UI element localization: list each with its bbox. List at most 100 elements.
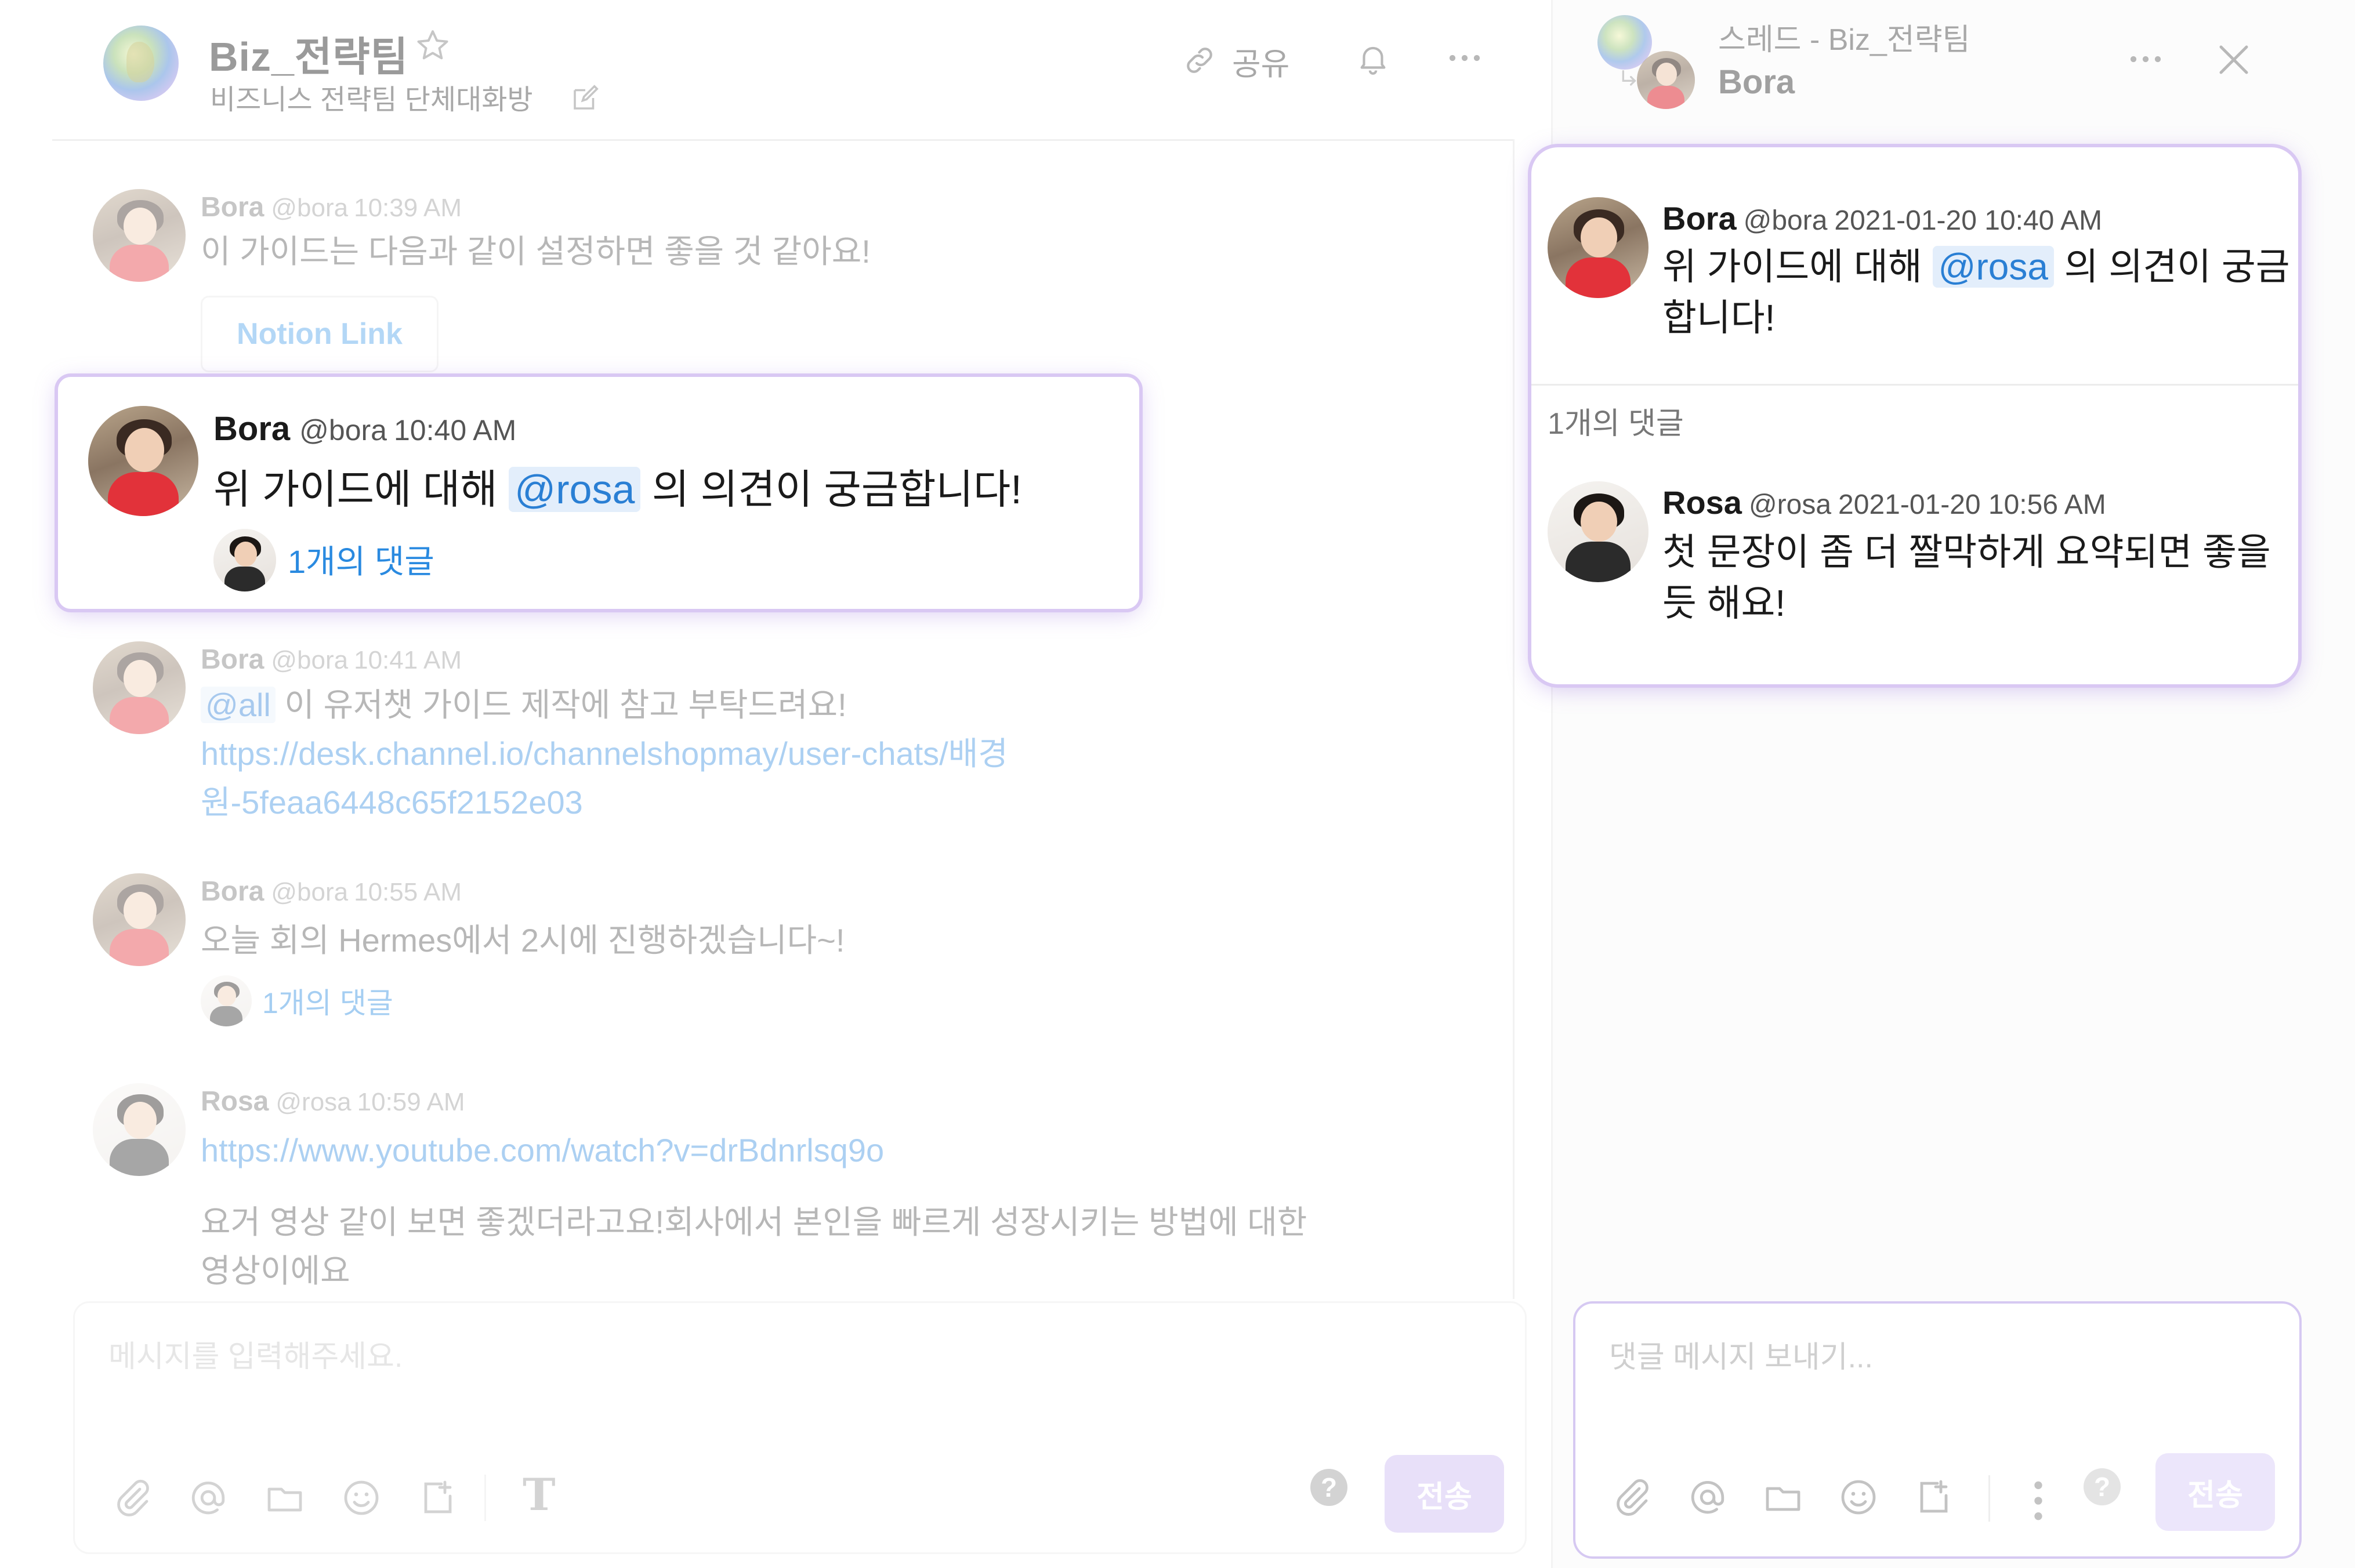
thread-avatar bbox=[1637, 51, 1695, 109]
sender-handle: @bora bbox=[271, 878, 349, 906]
channel-title: Biz_전략팀 bbox=[209, 34, 409, 79]
message-header: Bora @bora 10:39 AM bbox=[201, 191, 462, 223]
message-time: 10:39 AM bbox=[354, 194, 462, 222]
sender-handle: @bora bbox=[1743, 205, 1828, 236]
message-time: 2021-01-20 10:40 AM bbox=[1834, 205, 2103, 236]
message-input-placeholder[interactable]: 메시지를 입력해주세요. bbox=[108, 1332, 403, 1375]
message-header: Bora @bora 2021-01-20 10:40 AM bbox=[1662, 199, 2102, 237]
thread-input-placeholder[interactable]: 댓글 메시지 보내기... bbox=[1609, 1333, 1873, 1376]
message-text-suffix: 의 의견이 궁금합니다! bbox=[640, 467, 1022, 512]
message-header: Rosa @rosa 2021-01-20 10:56 AM bbox=[1662, 484, 2106, 521]
mention-rosa[interactable]: @rosa bbox=[509, 467, 641, 512]
sender-handle: @rosa bbox=[1748, 489, 1832, 520]
export-icon[interactable] bbox=[417, 1477, 459, 1519]
sender-name[interactable]: Bora bbox=[213, 410, 290, 448]
sender-name[interactable]: Bora bbox=[201, 876, 264, 907]
message-text: 요거 영상 같이 보면 좋겠더라고요!회사에서 본인을 빠르게 성장시키는 방법… bbox=[201, 1204, 1307, 1240]
avatar[interactable] bbox=[93, 1083, 186, 1176]
attach-icon[interactable] bbox=[112, 1477, 154, 1519]
message-text-body: 이 유저챗 가이드 제작에 참고 부탁드려요! bbox=[275, 687, 847, 723]
reply-avatar bbox=[201, 975, 252, 1026]
help-icon[interactable]: ? bbox=[1310, 1469, 1347, 1506]
reply-text: 첫 문장이 좀 더 짤막하게 요약되면 좋을 bbox=[1662, 531, 2271, 573]
message-text: 위 가이드에 대해 @rosa 의 의견이 궁금 bbox=[1662, 241, 2290, 292]
sender-name[interactable]: Rosa bbox=[1662, 484, 1742, 521]
message-text: 이 가이드는 다음과 같이 설정하면 좋을 것 같아요! bbox=[201, 233, 871, 270]
message-header: Bora @bora 10:40 AM bbox=[213, 409, 516, 448]
sender-name[interactable]: Bora bbox=[1662, 200, 1737, 237]
toolbar-divider bbox=[1988, 1475, 1990, 1522]
message-text: 위 가이드에 대해 @rosa 의 의견이 궁금합니다! bbox=[213, 457, 1022, 516]
message-link-cont[interactable]: 원-5feaa6448c65f2152e03 bbox=[201, 778, 583, 827]
channel-globe-avatar bbox=[103, 26, 179, 101]
folder-icon[interactable] bbox=[1762, 1476, 1804, 1518]
message-text: @all 이 유저챗 가이드 제작에 참고 부탁드려요! bbox=[201, 681, 847, 729]
mention-all[interactable]: @all bbox=[201, 687, 276, 723]
avatar[interactable] bbox=[1548, 481, 1649, 582]
link-icon[interactable] bbox=[1182, 43, 1217, 78]
message-text-prefix: 위 가이드에 대해 bbox=[1662, 246, 1933, 288]
sender-handle: @bora bbox=[299, 414, 387, 447]
avatar[interactable] bbox=[1548, 197, 1649, 298]
message-time: 10:40 AM bbox=[394, 414, 517, 447]
thread-composer[interactable]: 댓글 메시지 보내기... ? 전송 bbox=[1573, 1301, 2302, 1559]
bell-icon[interactable] bbox=[1355, 41, 1391, 77]
mention-rosa[interactable]: @rosa bbox=[1932, 246, 2054, 288]
reply-count: 1개의 댓글 bbox=[1548, 407, 1684, 441]
message-header: Bora @bora 10:41 AM bbox=[201, 644, 462, 676]
message-time: 10:59 AM bbox=[357, 1088, 465, 1116]
message-time: 10:55 AM bbox=[354, 878, 462, 906]
scrollbar-track bbox=[1513, 139, 1515, 1299]
message-text-prefix: 위 가이드에 대해 bbox=[213, 467, 509, 512]
message-composer[interactable]: 메시지를 입력해주세요. T ? 전송 bbox=[73, 1301, 1527, 1554]
message-link[interactable]: https://www.youtube.com/watch?v=drBdnrls… bbox=[201, 1126, 884, 1175]
reply-count-link[interactable]: 1개의 댓글 bbox=[262, 980, 393, 1022]
at-icon[interactable] bbox=[1687, 1476, 1729, 1518]
toolbar-divider bbox=[484, 1475, 486, 1521]
sender-name[interactable]: Bora bbox=[201, 644, 264, 675]
more-icon[interactable] bbox=[1444, 41, 1485, 75]
reply-text-cont: 듯 해요! bbox=[1662, 582, 1786, 624]
at-icon[interactable] bbox=[187, 1477, 229, 1519]
avatar[interactable] bbox=[93, 189, 186, 282]
edit-icon[interactable] bbox=[570, 82, 601, 114]
message-header: Bora @bora 10:55 AM bbox=[201, 876, 462, 908]
emoji-icon[interactable] bbox=[340, 1477, 382, 1519]
folder-icon[interactable] bbox=[264, 1477, 306, 1519]
avatar[interactable] bbox=[93, 641, 186, 734]
header-divider bbox=[52, 139, 1514, 141]
send-button[interactable]: 전송 bbox=[2155, 1453, 2275, 1531]
help-icon[interactable]: ? bbox=[2084, 1468, 2121, 1505]
thread-subtitle: Bora bbox=[1718, 63, 1795, 101]
message-text: 오늘 회의 Hermes에서 2시에 진행하겠습니다~! bbox=[201, 922, 845, 959]
highlighted-message[interactable]: Bora @bora 10:40 AM 위 가이드에 대해 @rosa 의 의견이 … bbox=[58, 377, 1139, 609]
sender-name[interactable]: Bora bbox=[201, 192, 264, 223]
message-text-suffix: 의 의견이 궁금 bbox=[2053, 246, 2290, 288]
message-time: 2021-01-20 10:56 AM bbox=[1838, 489, 2106, 520]
emoji-icon[interactable] bbox=[1838, 1476, 1879, 1518]
share-button[interactable]: 공유 bbox=[1232, 38, 1289, 84]
reply-count-link[interactable]: 1개의 댓글 bbox=[288, 536, 434, 583]
export-icon[interactable] bbox=[1913, 1476, 1955, 1518]
message-text-cont: 영상이에요 bbox=[201, 1253, 350, 1289]
sender-handle: @rosa bbox=[276, 1088, 352, 1116]
sender-handle: @bora bbox=[271, 646, 349, 674]
notion-link-button[interactable]: Notion Link bbox=[201, 296, 439, 372]
message-link[interactable]: https://desk.channel.io/channelshopmay/u… bbox=[201, 729, 1008, 778]
thread-divider bbox=[1531, 384, 2298, 386]
text-format-icon[interactable]: T bbox=[523, 1469, 556, 1520]
avatar[interactable] bbox=[88, 406, 198, 516]
avatar[interactable] bbox=[93, 873, 186, 966]
attach-icon[interactable] bbox=[1611, 1476, 1653, 1518]
message-header: Rosa @rosa 10:59 AM bbox=[201, 1086, 465, 1117]
send-button[interactable]: 전송 bbox=[1385, 1455, 1504, 1533]
reply-avatar bbox=[213, 529, 276, 591]
message-text-cont: 합니다! bbox=[1662, 297, 1776, 339]
sender-name[interactable]: Rosa bbox=[201, 1086, 269, 1117]
star-icon[interactable] bbox=[415, 28, 450, 63]
kebab-icon[interactable] bbox=[2027, 1478, 2050, 1524]
thread-title: 스레드 - Biz_전략팀 bbox=[1718, 23, 1970, 57]
close-icon[interactable] bbox=[2215, 41, 2253, 79]
message-time: 10:41 AM bbox=[354, 646, 462, 674]
more-icon[interactable] bbox=[2125, 42, 2166, 77]
